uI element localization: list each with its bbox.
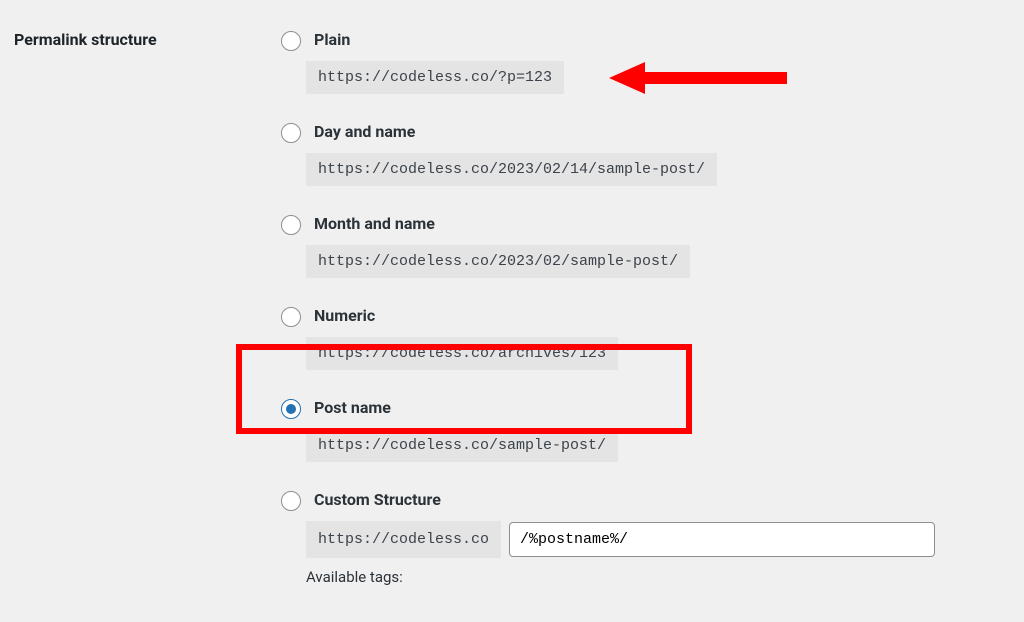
radio-custom[interactable] [281, 491, 301, 511]
radio-day-name[interactable] [281, 123, 301, 143]
example-plain: https://codeless.co/?p=123 [306, 61, 564, 94]
option-custom: Custom Structure https://codeless.co Ava… [276, 488, 1010, 586]
radio-month-name[interactable] [281, 215, 301, 235]
label-month-name: Month and name [314, 214, 435, 233]
option-month-name: Month and name https://codeless.co/2023/… [276, 212, 1010, 278]
example-month-name: https://codeless.co/2023/02/sample-post/ [306, 245, 690, 278]
label-plain: Plain [314, 30, 350, 49]
label-custom: Custom Structure [314, 490, 441, 509]
custom-structure-input[interactable] [509, 522, 935, 557]
radio-plain[interactable] [281, 31, 301, 51]
label-post-name: Post name [314, 398, 391, 417]
example-numeric: https://codeless.co/archives/123 [306, 337, 618, 370]
available-tags-label: Available tags: [306, 568, 1010, 586]
option-plain: Plain https://codeless.co/?p=123 [276, 28, 1010, 94]
custom-prefix: https://codeless.co [306, 521, 501, 558]
example-day-name: https://codeless.co/2023/02/14/sample-po… [306, 153, 717, 186]
option-post-name: Post name https://codeless.co/sample-pos… [276, 396, 1010, 462]
label-numeric: Numeric [314, 306, 375, 325]
label-day-name: Day and name [314, 122, 415, 141]
section-title: Permalink structure [14, 28, 276, 596]
option-day-name: Day and name https://codeless.co/2023/02… [276, 120, 1010, 186]
radio-numeric[interactable] [281, 307, 301, 327]
permalink-options: Plain https://codeless.co/?p=123 Day and… [276, 28, 1010, 596]
radio-post-name[interactable] [281, 399, 301, 419]
option-numeric: Numeric https://codeless.co/archives/123 [276, 304, 1010, 370]
example-post-name: https://codeless.co/sample-post/ [306, 429, 618, 462]
